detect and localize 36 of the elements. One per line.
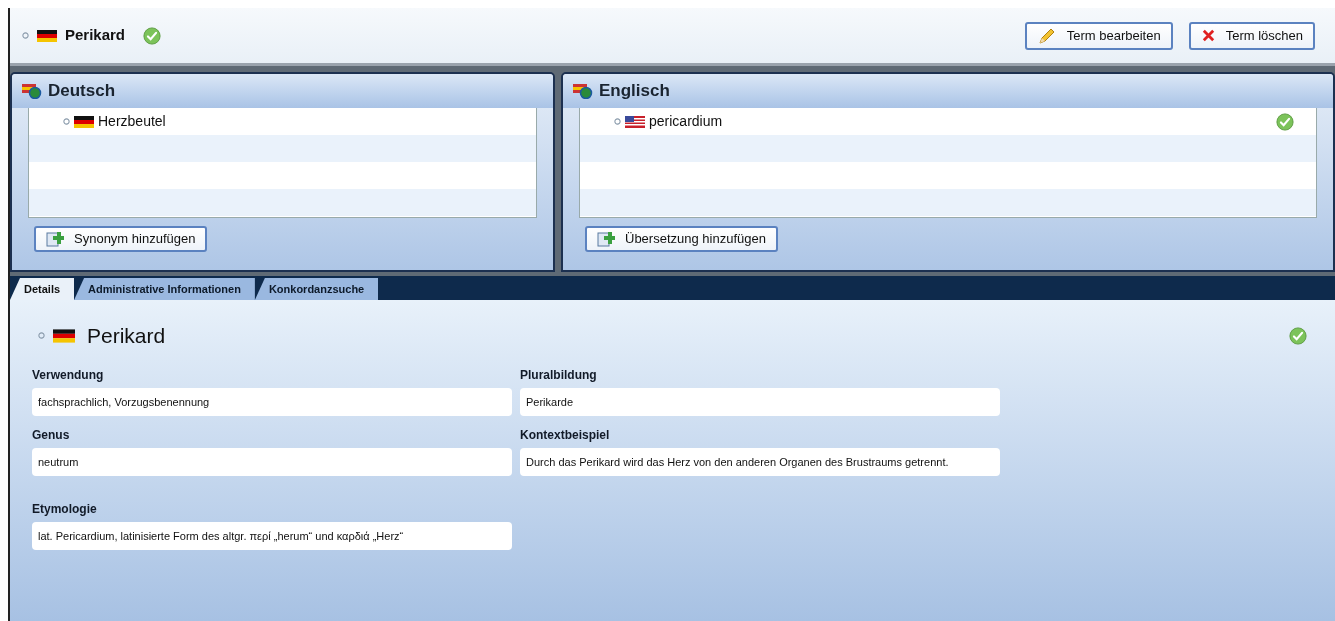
globe-flag-icon [22, 83, 42, 99]
field-value[interactable]: Durch das Perikard wird das Herz von den anderen Organen des Brustraums getrennt. [520, 447, 1000, 476]
bullet-icon [22, 32, 29, 39]
add-entry-icon [46, 230, 64, 248]
flag-icon [53, 328, 75, 343]
add-entry-icon [597, 230, 615, 248]
bullet-icon [63, 118, 70, 125]
field-value[interactable]: Perikarde [520, 387, 1000, 416]
field-label: Kontextbeispiel [520, 426, 611, 444]
delete-button[interactable]: Term löschen [1188, 21, 1315, 50]
field-label: Etymologie [32, 500, 98, 518]
term-entry[interactable]: Herzbeutel [98, 111, 166, 132]
add-button[interactable]: Synonym hinzufügen [34, 226, 208, 252]
flag-icon [37, 29, 57, 42]
globe-flag-icon [573, 83, 593, 99]
field-label: Verwendung [32, 366, 105, 384]
flag-icon [74, 115, 94, 128]
delete-icon [1200, 28, 1216, 43]
tab[interactable]: Administrative Informationen [74, 278, 255, 300]
flag-icon [625, 115, 645, 128]
bullet-icon [38, 332, 45, 340]
language-title: Englisch [599, 80, 670, 103]
tab[interactable]: Konkordanzsuche [254, 278, 379, 300]
tab[interactable]: Details [10, 278, 75, 300]
language-title: Deutsch [48, 80, 116, 103]
field-value[interactable]: lat. Pericardium, latinisierte Form des altgr. περί „herum“ und καρδιά „Herz“ [32, 521, 512, 550]
field-label: Genus [32, 426, 71, 444]
term-title: Perikard [65, 25, 126, 46]
field-value[interactable]: neutrum [32, 447, 512, 476]
edit-button[interactable]: Term bearbeiten [1024, 21, 1173, 50]
term-entry[interactable]: pericardium [649, 111, 723, 132]
term-heading: Perikard [87, 323, 166, 349]
field-value[interactable]: fachsprachlich, Vorzugsbenennung [32, 387, 512, 416]
field-label: Pluralbildung [520, 366, 598, 384]
add-button[interactable]: Übersetzung hinzufügen [585, 226, 778, 252]
bullet-icon [614, 118, 621, 125]
